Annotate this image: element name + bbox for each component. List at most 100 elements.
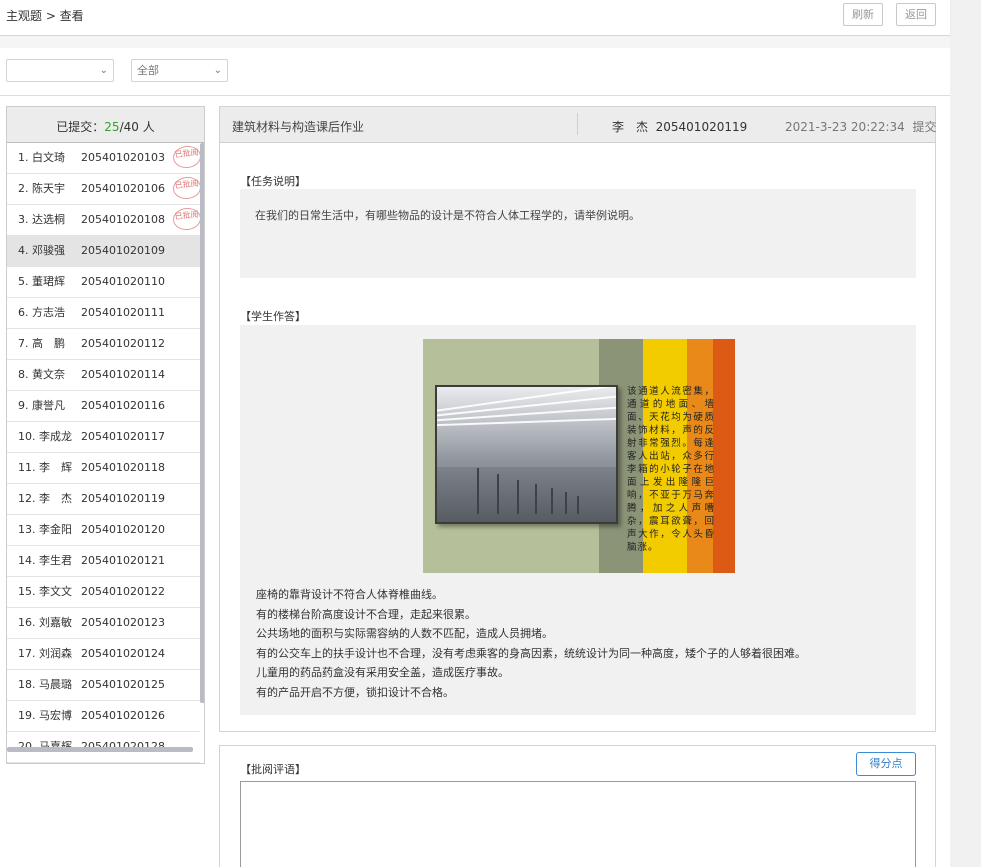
student-id: 205401020103	[81, 151, 165, 164]
answer-line: 有的楼梯台阶高度设计不合理，走起来很累。	[256, 607, 476, 621]
student-list-item[interactable]: 15. 李文文 205401020122	[7, 577, 200, 608]
student-name: 6. 方志浩	[18, 306, 65, 319]
poster-poem: 该通道人流密集，通道的地面、墙面、天花均为硬质装饰材料，声的反射非常强烈。每逢客…	[627, 386, 715, 553]
reviewed-stamp-icon: 已批阅	[171, 144, 203, 170]
score-points-button[interactable]: 得分点	[856, 752, 916, 776]
chevron-down-icon: ⌄	[213, 65, 222, 76]
student-id: 205401020111	[81, 306, 165, 319]
reviewed-stamp-icon: 已批阅	[171, 175, 203, 201]
student-list-item[interactable]: 16. 刘嘉敏 205401020123	[7, 608, 200, 639]
student-name: 2. 陈天宇	[18, 182, 65, 195]
student-list-item[interactable]: 18. 马晨璐 205401020125	[7, 670, 200, 701]
student-name: 8. 黄文奈	[18, 368, 65, 381]
right-gutter	[950, 0, 981, 867]
photo-railing	[497, 474, 499, 514]
student-name: 4. 邓骏强	[18, 244, 65, 257]
comment-label: 【批阅评语】	[240, 763, 306, 776]
filter-bar: ⌄ 全部 ⌄	[0, 48, 950, 96]
back-button[interactable]: 返回	[896, 3, 936, 26]
photo-railing	[477, 468, 479, 514]
header-divider	[577, 113, 578, 135]
answer-line: 儿童用的药品药盒没有采用安全盖，造成医疗事故。	[256, 666, 509, 679]
answer-label: 【学生作答】	[240, 310, 306, 323]
student-list-item[interactable]: 8. 黄文奈 205401020114	[7, 360, 200, 391]
student-id: 205401020110	[81, 275, 165, 288]
student-id: 205401020121	[81, 554, 165, 567]
submission-count: 已提交：25/40 人	[7, 107, 204, 143]
student-id: 205401020124	[81, 647, 165, 660]
list-vertical-scrollbar[interactable]	[200, 143, 204, 703]
student-name: 3. 达选桐	[18, 213, 65, 226]
comment-panel: 【批阅评语】 得分点	[219, 745, 936, 867]
poster-stripe	[713, 339, 735, 573]
student-id: 205401020118	[81, 461, 165, 474]
assignment-title: 建筑材料与构造课后作业	[232, 120, 365, 134]
student-name: 1. 白文琦	[18, 151, 65, 164]
student-name: 10. 李成龙	[18, 430, 72, 443]
student-list-item[interactable]: 5. 董珺辉 205401020110	[7, 267, 200, 298]
student-id: 205401020120	[81, 523, 165, 536]
student-name: 13. 李金阳	[18, 523, 72, 536]
student-name: 11. 李 辉	[18, 461, 72, 474]
student-name: 15. 李文文	[18, 585, 72, 598]
refresh-button[interactable]: 刷新	[843, 3, 883, 26]
student-list-item[interactable]: 3. 达选桐 205401020108 已批阅	[7, 205, 203, 236]
student-list-item[interactable]: 1. 白文琦 205401020103 已批阅	[7, 143, 203, 174]
photo-railing	[565, 492, 567, 514]
student-name: 16. 刘嘉敏	[18, 616, 72, 629]
student-id: 205401020126	[81, 709, 165, 722]
student-list-item[interactable]: 12. 李 杰 205401020119	[7, 484, 200, 515]
student-list-item[interactable]: 13. 李金阳 205401020120	[7, 515, 200, 546]
student-list-panel: 已提交：25/40 人 1. 白文琦 205401020103 已批阅 2. 陈天宇 2…	[6, 106, 205, 764]
student-list-item[interactable]: 2. 陈天宇 205401020106 已批阅	[7, 174, 203, 205]
comment-textarea[interactable]	[240, 781, 916, 867]
submit-time: 2021-3-23 20:22:34 提交	[785, 120, 937, 134]
work-panel: 建筑材料与构造课后作业 李 杰 205401020119 2021-3-23 2…	[219, 106, 936, 732]
status-select[interactable]: 全部 ⌄	[131, 59, 228, 82]
gap-band	[0, 36, 950, 48]
reviewed-stamp-icon: 已批阅	[171, 206, 203, 232]
top-bar: 主观题 > 查看 刷新 返回	[0, 0, 950, 36]
student-list: 1. 白文琦 205401020103 已批阅 2. 陈天宇 205401020106 已…	[7, 143, 203, 763]
student-id: 205401020125	[81, 678, 165, 691]
photo-floor	[437, 467, 616, 522]
photo-railing	[535, 484, 537, 514]
photo-railing	[517, 480, 519, 514]
student-id: 205401020116	[81, 399, 165, 412]
submission-count-label: 已提交：	[56, 120, 105, 134]
student-id: 205401020119	[81, 492, 165, 505]
total-number: /40 人	[119, 120, 155, 134]
student-id: 205401020109	[81, 244, 165, 257]
photo-railing	[551, 488, 553, 514]
student-name: 19. 马宏博	[18, 709, 72, 722]
student-id: 205401020108	[81, 213, 165, 226]
student-id: 205401020117	[81, 430, 165, 443]
answer-image: 该通道人流密集，通道的地面、墙面、天花均为硬质装饰材料，声的反射非常强烈。每逢客…	[423, 339, 735, 573]
task-text: 在我们的日常生活中，有哪些物品的设计是不符合人体工程学的，请举例说明。	[255, 209, 640, 222]
status-select-value: 全部	[137, 64, 159, 77]
answer-line: 公共场地的面积与实际需容纳的人数不匹配，造成人员拥堵。	[256, 627, 553, 640]
student-list-item[interactable]: 11. 李 辉 205401020118	[7, 453, 200, 484]
student-list-item[interactable]: 6. 方志浩 205401020111	[7, 298, 200, 329]
student-list-item[interactable]: 10. 李成龙 205401020117	[7, 422, 200, 453]
student-id: 205401020114	[81, 368, 165, 381]
station-photo	[435, 385, 618, 524]
class-select[interactable]: ⌄	[6, 59, 114, 82]
answer-line: 有的公交车上的扶手设计也不合理，没有考虑乘客的身高因素，统统设计为同一种高度，矮…	[256, 646, 806, 660]
task-box: 在我们的日常生活中，有哪些物品的设计是不符合人体工程学的，请举例说明。	[240, 189, 916, 278]
list-horizontal-scrollbar[interactable]	[7, 747, 193, 752]
student-list-item[interactable]: 4. 邓骏强 205401020109	[7, 236, 200, 267]
student-name: 9. 康誉凡	[18, 399, 65, 412]
student-name: 14. 李生君	[18, 554, 72, 567]
task-label: 【任务说明】	[240, 175, 306, 188]
student-list-item[interactable]: 17. 刘润森 205401020124	[7, 639, 200, 670]
student-name: 18. 马晨璐	[18, 678, 72, 691]
student-list-item[interactable]: 19. 马宏博 205401020126	[7, 701, 200, 732]
student-list-item[interactable]: 9. 康誉凡 205401020116	[7, 391, 200, 422]
answer-line: 有的产品开启不方便，锁扣设计不合格。	[256, 685, 454, 699]
student-list-item[interactable]: 7. 高 鹏 205401020112	[7, 329, 200, 360]
photo-railing	[577, 496, 579, 514]
student-list-item[interactable]: 14. 李生君 205401020121	[7, 546, 200, 577]
work-header: 建筑材料与构造课后作业 李 杰 205401020119 2021-3-23 2…	[220, 107, 936, 143]
breadcrumb: 主观题 > 查看	[6, 9, 84, 23]
